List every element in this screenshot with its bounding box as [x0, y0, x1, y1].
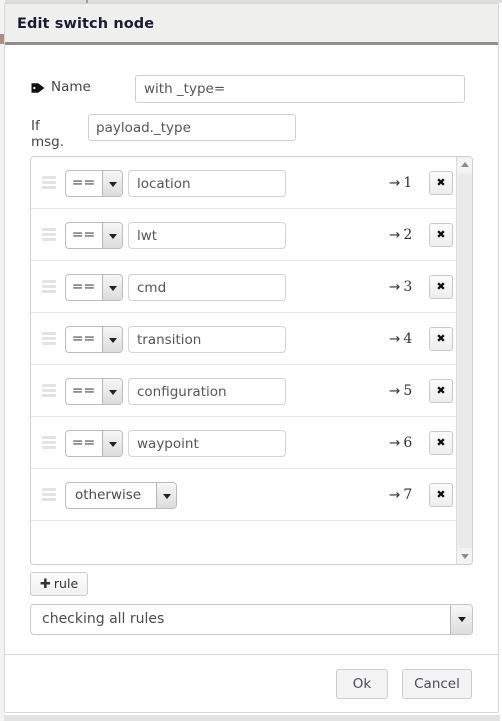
rule-operator-value: otherwise	[75, 487, 142, 503]
rule-evaluation-mode-value: checking all rules	[42, 611, 165, 627]
cancel-button[interactable]: Cancel	[402, 669, 472, 699]
rule-output-number: 1	[403, 175, 413, 191]
scrollbar-up-arrow-icon[interactable]	[457, 157, 472, 173]
rule-operator-select[interactable]: ==	[65, 326, 123, 353]
drag-handle-icon[interactable]	[42, 436, 56, 449]
rule-operator-select[interactable]: ==	[65, 430, 123, 457]
rule-output-label: → 6	[389, 435, 412, 451]
rule-operator-value: ==	[71, 279, 96, 295]
drag-handle-icon[interactable]	[42, 384, 56, 397]
rule-operator-value: ==	[71, 175, 96, 191]
dialog-titlebar: Edit switch node	[5, 4, 498, 45]
rule-output-number: 3	[403, 279, 413, 295]
rule-output-label: → 5	[389, 383, 412, 399]
rule-value-input[interactable]	[128, 378, 286, 405]
rule-row: == →6 ✖	[31, 417, 458, 469]
rule-output-label: → 4	[389, 331, 412, 347]
rule-value-input[interactable]	[128, 430, 286, 457]
arrow-right-icon: →	[389, 175, 401, 191]
rule-operator-select[interactable]: ==	[65, 170, 123, 197]
chevron-down-icon[interactable]	[156, 483, 176, 508]
rule-output-label: → 3	[389, 279, 412, 295]
add-rule-label: rule	[53, 576, 79, 591]
rule-output-label: → 1	[389, 175, 412, 191]
rule-output-number: 4	[403, 331, 413, 347]
if-msg-label: If msg.	[31, 118, 65, 150]
drag-handle-icon[interactable]	[42, 176, 56, 189]
drag-handle-icon[interactable]	[42, 228, 56, 241]
rule-operator-value: ==	[71, 383, 96, 399]
rules-list: ==→1✖==→2✖==→3✖==→4✖==→5✖==→6✖otherwise→…	[31, 157, 458, 564]
arrow-right-icon: →	[389, 227, 401, 243]
chevron-down-icon[interactable]	[102, 275, 122, 300]
rule-operator-select[interactable]: ==	[65, 274, 123, 301]
chevron-down-icon[interactable]	[450, 605, 472, 634]
rule-operator-select[interactable]: ==	[65, 378, 123, 405]
msg-property-input[interactable]	[88, 114, 296, 141]
ok-button[interactable]: Ok	[336, 669, 388, 699]
rule-operator-select[interactable]: otherwise	[65, 482, 177, 509]
dialog-bottom-shadow	[4, 715, 500, 721]
rule-operator-value: ==	[71, 435, 96, 451]
rule-output-label: → 7	[389, 487, 412, 503]
name-label: Name	[51, 79, 91, 95]
rule-row: otherwise → 7 ✖	[31, 469, 458, 521]
rule-output-number: 5	[403, 383, 413, 399]
rules-container: ==→1✖==→2✖==→3✖==→4✖==→5✖==→6✖otherwise→…	[30, 156, 473, 565]
scrollbar-thumb[interactable]	[458, 173, 472, 548]
add-rule-button[interactable]: ✚ rule	[30, 572, 89, 596]
drag-handle-icon[interactable]	[42, 488, 56, 501]
delete-rule-button[interactable]: ✖	[429, 379, 453, 403]
drag-handle-icon[interactable]	[42, 332, 56, 345]
rule-value-input[interactable]	[128, 170, 286, 197]
arrow-right-icon: →	[389, 435, 401, 451]
rule-output-label: → 2	[389, 227, 412, 243]
delete-rule-button[interactable]: ✖	[429, 483, 453, 507]
rules-scrollbar[interactable]	[456, 157, 472, 564]
rule-value-input[interactable]	[128, 222, 286, 249]
arrow-right-icon: →	[389, 331, 401, 347]
arrow-right-icon: →	[389, 487, 401, 503]
name-input[interactable]	[135, 75, 465, 103]
rule-value-input[interactable]	[128, 326, 286, 353]
rule-row: == →3 ✖	[31, 261, 458, 313]
rule-row: == →2 ✖	[31, 209, 458, 261]
rule-evaluation-mode-select[interactable]: checking all rules	[30, 604, 473, 635]
rule-output-number: 7	[403, 487, 413, 503]
delete-rule-button[interactable]: ✖	[429, 275, 453, 299]
rule-row: == →1 ✖	[31, 157, 458, 209]
edit-switch-node-dialog: Edit switch node Name If msg.	[4, 3, 499, 713]
arrow-right-icon: →	[389, 383, 401, 399]
delete-rule-button[interactable]: ✖	[429, 171, 453, 195]
dialog-title: Edit switch node	[17, 16, 155, 32]
scrollbar-down-arrow-icon[interactable]	[457, 548, 472, 564]
rule-row: == →4 ✖	[31, 313, 458, 365]
rule-value-input[interactable]	[128, 274, 286, 301]
dialog-footer: Ok Cancel	[5, 654, 498, 712]
screen: Edit switch node Name If msg.	[0, 0, 502, 721]
arrow-right-icon: →	[389, 279, 401, 295]
delete-rule-button[interactable]: ✖	[429, 223, 453, 247]
rule-operator-value: ==	[71, 331, 96, 347]
drag-handle-icon[interactable]	[42, 280, 56, 293]
plus-icon: ✚	[40, 577, 51, 592]
rule-operator-select[interactable]: ==	[65, 222, 123, 249]
delete-rule-button[interactable]: ✖	[429, 431, 453, 455]
tag-icon	[31, 82, 45, 94]
rule-output-number: 6	[403, 435, 413, 451]
chevron-down-icon[interactable]	[102, 171, 122, 196]
chevron-down-icon[interactable]	[102, 379, 122, 404]
chevron-down-icon[interactable]	[102, 327, 122, 352]
delete-rule-button[interactable]: ✖	[429, 327, 453, 351]
rule-operator-value: ==	[71, 227, 96, 243]
rule-output-number: 2	[403, 227, 413, 243]
chevron-down-icon[interactable]	[102, 223, 122, 248]
chevron-down-icon[interactable]	[102, 431, 122, 456]
rule-row: == →5 ✖	[31, 365, 458, 417]
dialog-body: Name If msg. ==→1✖==→2✖==→3✖==→4✖==→5✖==…	[5, 48, 498, 653]
